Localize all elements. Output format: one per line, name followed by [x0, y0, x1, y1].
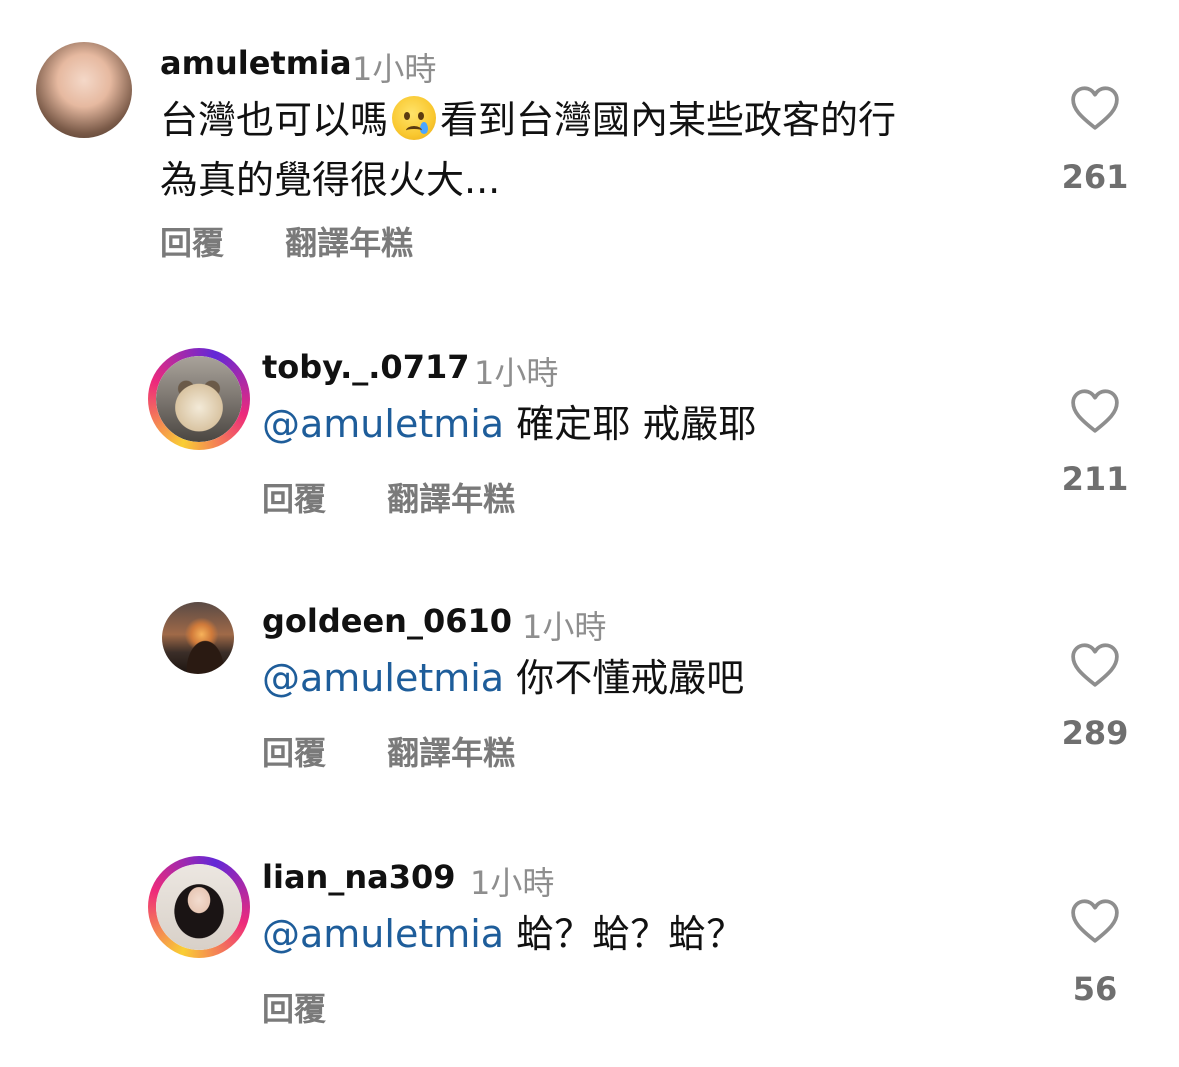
comment-actions: 回覆 翻譯年糕: [160, 218, 413, 264]
comment-actions: 回覆 翻譯年糕: [262, 474, 515, 520]
avatar-image: [156, 356, 242, 442]
heart-icon[interactable]: [1070, 642, 1120, 688]
reply-button[interactable]: 回覆: [262, 984, 326, 1030]
like-count: 211: [1061, 460, 1129, 498]
comment-item: toby._.0717 1小時 @amuletmia 確定耶 戒嚴耶 回覆 翻譯…: [0, 300, 1179, 560]
avatar[interactable]: [162, 602, 234, 674]
comment-username[interactable]: lian_na309: [262, 858, 455, 896]
heart-icon[interactable]: [1070, 388, 1120, 434]
comment-actions: 回覆 翻譯年糕: [262, 728, 515, 774]
comment-text: @amuletmia 蛤？蛤？蛤？: [262, 904, 1042, 964]
comment-timestamp: 1小時: [522, 608, 607, 646]
translate-button[interactable]: 翻譯年糕: [387, 474, 515, 520]
comment-text-part: 蛤？蛤？蛤？: [516, 912, 745, 956]
comment-timestamp: 1小時: [470, 864, 555, 902]
avatar[interactable]: [148, 348, 250, 450]
comment-item: goldeen_0610 1小時 @amuletmia 你不懂戒嚴吧 回覆 翻譯…: [0, 560, 1179, 820]
comment-text-part: 看到台灣國內某些政客的行: [440, 98, 897, 142]
translate-button[interactable]: 翻譯年糕: [285, 218, 413, 264]
like-count: 289: [1061, 714, 1129, 752]
mention-link[interactable]: @amuletmia: [262, 656, 504, 700]
comment-text-part: 確定耶 戒嚴耶: [516, 402, 757, 446]
heart-icon[interactable]: [1070, 85, 1120, 131]
translate-button[interactable]: 翻譯年糕: [387, 728, 515, 774]
mention-link[interactable]: @amuletmia: [262, 912, 504, 956]
like-count: 261: [1061, 158, 1129, 196]
avatar[interactable]: [148, 856, 250, 958]
avatar-image: [156, 864, 242, 950]
avatar[interactable]: [36, 42, 132, 138]
comment-timestamp: 1小時: [352, 50, 437, 88]
comment-username[interactable]: toby._.0717: [262, 348, 469, 386]
comment-text: @amuletmia 你不懂戒嚴吧: [262, 648, 1042, 708]
comment-text: 台灣也可以嗎 看到台灣國內某些政客的行 為真的覺得很火大...: [160, 90, 1040, 210]
comment-actions: 回覆: [262, 984, 326, 1030]
reply-button[interactable]: 回覆: [262, 474, 326, 520]
comment-text-part: 為真的覺得很火大...: [160, 158, 501, 202]
comment-item: lian_na309 1小時 @amuletmia 蛤？蛤？蛤？ 回覆 56: [0, 820, 1179, 1067]
comment-username[interactable]: amuletmia: [160, 44, 352, 82]
reply-button[interactable]: 回覆: [262, 728, 326, 774]
comment-text: @amuletmia 確定耶 戒嚴耶: [262, 394, 1042, 454]
crying-face-icon: [392, 96, 437, 140]
comment-timestamp: 1小時: [474, 354, 559, 392]
mention-link[interactable]: @amuletmia: [262, 402, 504, 446]
comment-text-part: 台灣也可以嗎: [160, 98, 389, 142]
comment-item: amuletmia 1小時 台灣也可以嗎 看到台灣國內某些政客的行 為真的覺得很火…: [0, 0, 1179, 300]
comment-username[interactable]: goldeen_0610: [262, 602, 512, 640]
like-count: 56: [1072, 970, 1118, 1008]
comment-text-part: 你不懂戒嚴吧: [516, 656, 745, 700]
heart-icon[interactable]: [1070, 898, 1120, 944]
reply-button[interactable]: 回覆: [160, 218, 224, 264]
